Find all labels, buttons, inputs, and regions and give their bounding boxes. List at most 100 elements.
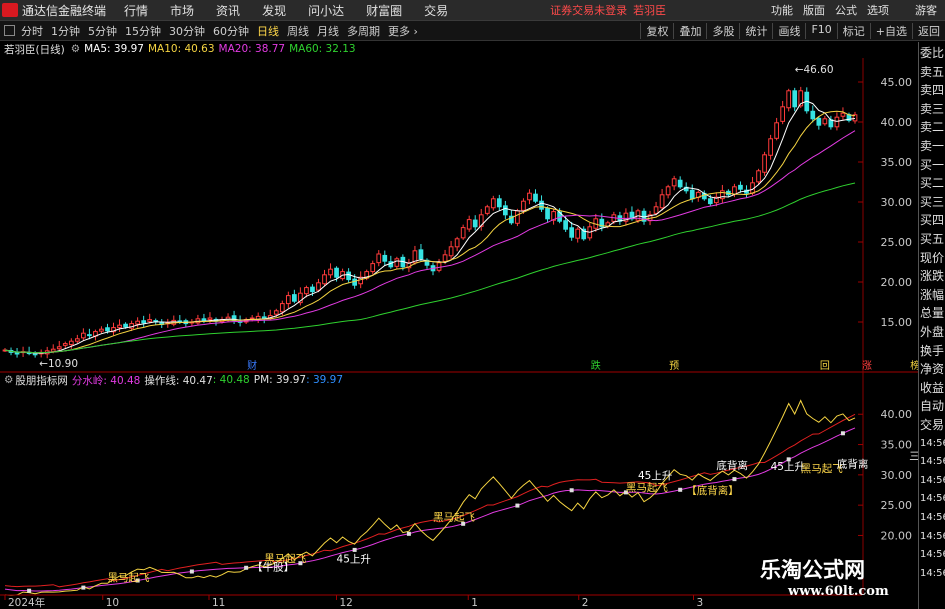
candle-body (460, 227, 466, 239)
sidebar-item: 14:56 (920, 530, 945, 542)
candle-body (738, 184, 743, 190)
candle-body (810, 110, 816, 120)
event-marker: 跌 (591, 359, 601, 372)
watershed-line (4, 427, 856, 592)
candle-body (99, 328, 104, 332)
candle-body (50, 348, 56, 352)
candle-body (207, 317, 213, 320)
candle-body (665, 186, 671, 196)
price-tick-label: 40.00 (881, 116, 913, 129)
candle-body (484, 206, 490, 214)
candle-body (442, 254, 448, 262)
candle-body (496, 198, 502, 208)
sidebar-item[interactable]: 自动 (920, 399, 944, 413)
sidebar-item: 14:56 (920, 512, 945, 523)
candle-body (521, 200, 526, 211)
watermark-title: 乐淘公式网 (760, 558, 865, 582)
candle-body (720, 190, 725, 200)
signal-annotation: 45上升 (638, 470, 672, 482)
candle-body (840, 112, 846, 117)
candle-body (123, 323, 128, 328)
candle-body (786, 90, 792, 109)
indicator-tick-label: 35.00 (881, 439, 913, 452)
sidebar-item: 卖一 (920, 139, 945, 153)
watermark: 乐淘公式网 www.60lt.com (760, 552, 910, 606)
candle-body (677, 179, 683, 188)
event-marker: 涨 (862, 360, 872, 372)
candle-body (659, 194, 665, 209)
sidebar-item: 总量 (920, 306, 945, 321)
signal-annotation: 底背离 (716, 459, 748, 472)
candle-body (774, 122, 779, 139)
candle-body (792, 90, 798, 108)
signal-annotation: 黑马起飞 (626, 482, 668, 494)
candle-body (370, 263, 376, 273)
sidebar-item: 买五 (920, 232, 945, 246)
sidebar-item: 外盘 (920, 325, 945, 339)
sidebar-item: 涨幅 (920, 287, 945, 302)
candle-body (527, 192, 532, 201)
candle-body (780, 106, 786, 122)
watermark-url: www.60lt.com (788, 584, 889, 599)
signal-annotation: 45上升 (337, 554, 371, 566)
sidebar-item: 买二 (920, 176, 945, 191)
time-tick-label: 1 (471, 597, 478, 609)
candle-body (732, 186, 737, 195)
candle-body (376, 253, 382, 264)
candle-body (448, 246, 454, 257)
event-marker: 榜 (910, 359, 918, 372)
candle-body (466, 219, 472, 230)
candle-body (418, 249, 424, 260)
indicator-red-line (4, 413, 856, 588)
candle-body (141, 320, 147, 324)
signal-annotation: 黑马起飞 (107, 572, 149, 584)
sidebar-item: 14:56 (920, 567, 945, 579)
sidebar-item[interactable]: 交易 (920, 418, 944, 432)
candle-body (671, 178, 677, 187)
pm-point (732, 477, 737, 482)
sidebar-item: 14:56 (920, 493, 945, 505)
candle-body (533, 193, 538, 202)
time-tick-label: 3 (697, 597, 704, 609)
candle-body (117, 324, 122, 329)
candle-body (768, 138, 773, 156)
candle-body (563, 220, 568, 230)
candle-body (56, 346, 62, 350)
candle-body (81, 332, 86, 339)
candle-body (279, 303, 285, 313)
sidebar-item: 净资 (920, 362, 945, 377)
candle-body (822, 118, 828, 125)
candle-body (292, 294, 297, 302)
candle-body (249, 317, 255, 320)
candle-body (756, 170, 761, 183)
candle-body (394, 258, 400, 267)
time-tick-label: 2024年 (8, 596, 45, 609)
price-tick-label: 45.00 (881, 76, 913, 89)
guest-user[interactable]: 游客 (915, 2, 937, 18)
pm-point (406, 531, 411, 536)
candle-body (689, 189, 695, 200)
candle-body (569, 227, 575, 238)
sidebar-item: 现价 (920, 250, 945, 265)
time-tick-label: 11 (212, 597, 225, 609)
sidebar-item: 卖二 (920, 120, 945, 135)
high-price-label: ←46.60 (795, 64, 834, 76)
price-tick-label: 30.00 (881, 196, 913, 209)
pm-point (840, 431, 845, 436)
pm-point (352, 547, 357, 552)
candle-body (502, 205, 508, 216)
candle-body (328, 268, 333, 276)
candle-body (539, 200, 544, 210)
event-marker: 财 (247, 359, 257, 372)
event-marker: 回 (820, 360, 830, 372)
price-tick-label: 35.00 (881, 156, 913, 169)
price-tick-label: 20.00 (881, 276, 913, 289)
sidebar-item: 涨跌 (920, 269, 945, 284)
time-tick-label: 2 (582, 597, 589, 609)
indicator-tick-label: 20.00 (881, 529, 913, 542)
candle-body (322, 274, 327, 285)
sidebar-item: 卖四 (920, 83, 945, 98)
time-tick-label: 12 (340, 597, 353, 609)
chart-canvas[interactable]: 15.00 20.00 25.00 30.00 35.00 40.00 45.00 ←46.6… (0, 0, 918, 609)
operation-line (4, 399, 856, 596)
